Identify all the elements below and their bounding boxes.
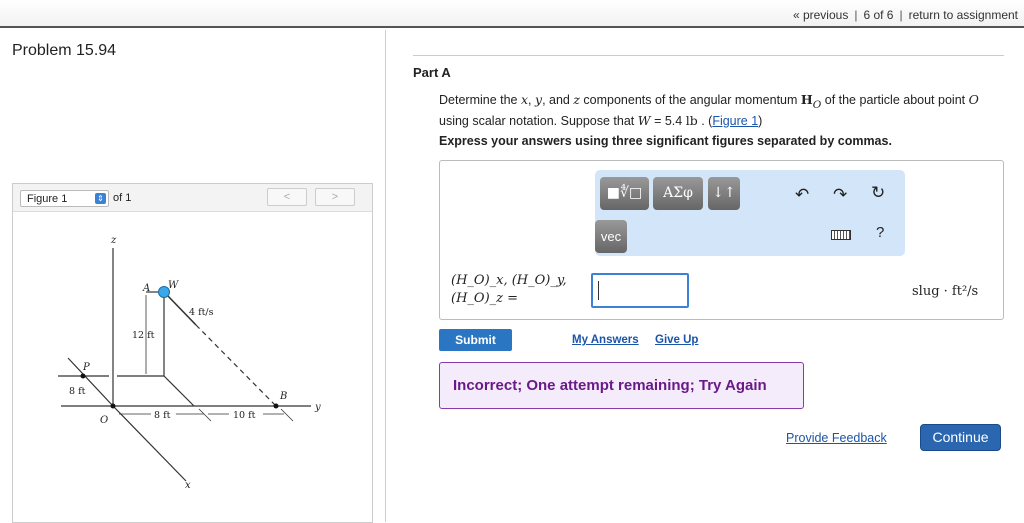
give-up-link[interactable]: Give Up [655,334,698,346]
math-toolbar: ■∜□ ΑΣφ ↓↑ vec ↶ ↷ ↻ ? [595,170,905,256]
y-label: y [314,402,321,413]
vec-button[interactable]: vec [595,220,627,253]
figure-diagram: z y x A W P O B 4 ft/s 12 ft 8 ft 8 ft 1… [58,235,321,491]
question-text: Determine the x, y, and z components of … [439,92,979,128]
z-label: z [110,235,117,246]
dist1-label: 8 ft [154,410,171,421]
greek-button[interactable]: ΑΣφ [653,177,703,210]
redo-icon[interactable]: ↷ [833,185,847,205]
feedback-message: Incorrect; One attempt remaining; Try Ag… [439,362,804,409]
b-label: B [279,391,287,402]
o-label: O [100,415,108,426]
undo-icon[interactable]: ↶ [795,185,809,205]
a-label: A [142,283,150,294]
instructions: Express your answers using three signifi… [439,134,892,148]
p-label: P [82,362,90,373]
p-offset-label: 8 ft [69,386,86,397]
figure-panel: Figure 1 ⇕ of 1 < > z y x A W P O B 4 ft/… [12,183,373,523]
w-label: W [168,280,179,291]
keyboard-icon[interactable] [831,230,851,240]
continue-button[interactable]: Continue [920,424,1001,451]
divider [413,55,1004,56]
my-answers-link[interactable]: My Answers [572,334,639,346]
x-label: x [185,480,191,491]
height-label: 12 ft [132,330,155,341]
subscript-superscript-button[interactable]: ↓↑ [708,177,740,210]
part-title: Part A [413,65,451,80]
x-axis [112,405,187,482]
previous-link[interactable]: « previous [793,8,848,22]
answer-label: (H_O)_x, (H_O)_y, (H_O)_z = [451,273,567,306]
answer-unit: slug · ft²/s [912,284,979,299]
speed-label: 4 ft/s [189,307,214,318]
provide-feedback-link[interactable]: Provide Feedback [786,431,887,445]
return-to-assignment-link[interactable]: return to assignment [909,8,1018,22]
dist2-label: 10 ft [233,410,256,421]
templates-button[interactable]: ■∜□ [600,177,649,210]
figure-link[interactable]: Figure 1 [712,114,758,128]
answer-input[interactable] [591,273,689,308]
reset-icon[interactable]: ↻ [871,183,885,203]
help-button[interactable]: ? [876,224,884,241]
position-indicator: 6 of 6 [863,8,894,22]
submit-button[interactable]: Submit [439,329,512,351]
